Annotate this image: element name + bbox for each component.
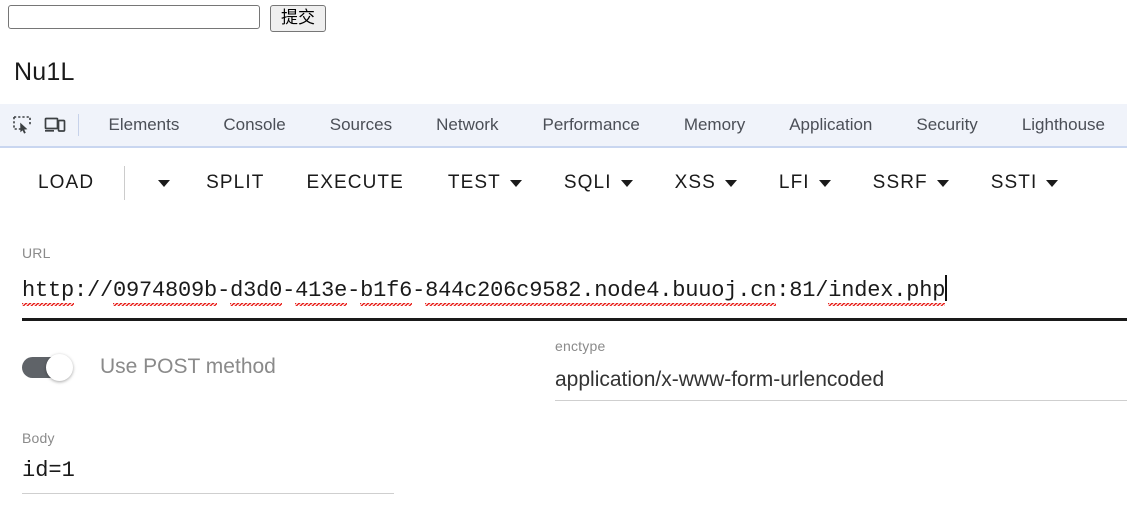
chevron-down-icon: [936, 179, 949, 187]
tab-performance[interactable]: Performance: [520, 105, 661, 145]
url-seg-3: -: [217, 278, 231, 303]
tab-sources[interactable]: Sources: [308, 105, 414, 145]
toolbar-ssti-label: SSTI: [990, 172, 1038, 193]
tab-elements[interactable]: Elements: [87, 105, 202, 145]
body-field-label: Body: [22, 430, 55, 446]
url-field: URL http://0974809b-d3d0-413e-b1f6-844c2…: [22, 245, 1127, 309]
extension-toolbar: LOAD SPLIT EXECUTE TEST SQLI XSS LFI SSR…: [0, 148, 1127, 218]
url-value-text: http://0974809b-d3d0-413e-b1f6-844c206c9…: [22, 275, 948, 306]
toolbar-sqli-label: SQLI: [563, 172, 612, 193]
search-input[interactable]: [8, 5, 260, 29]
toolbar-ssrf-dropdown[interactable]: SSRF: [873, 172, 949, 194]
toolbar-divider: [77, 114, 79, 136]
tab-console[interactable]: Console: [201, 105, 307, 145]
tab-lighthouse[interactable]: Lighthouse: [1000, 105, 1127, 145]
tab-application[interactable]: Application: [767, 105, 894, 145]
url-seg-1: ://: [74, 278, 114, 303]
inspect-element-icon[interactable]: [6, 110, 39, 140]
url-seg-6: 413e: [295, 278, 347, 306]
chevron-down-icon: [509, 179, 522, 187]
url-seg-10: 844c206c9582.node4.buuoj.cn: [425, 278, 776, 306]
tab-security[interactable]: Security: [894, 105, 999, 145]
page-heading: Nu1L: [14, 58, 75, 86]
toolbar-sqli-dropdown[interactable]: SQLI: [564, 172, 633, 194]
toolbar-load-dropdown[interactable]: [149, 179, 171, 187]
url-input[interactable]: http://0974809b-d3d0-413e-b1f6-844c206c9…: [22, 275, 1127, 309]
toolbar-split-button[interactable]: SPLIT: [206, 172, 264, 194]
chevron-down-icon: [1046, 179, 1059, 187]
enctype-input[interactable]: application/x-www-form-urlencoded: [555, 368, 1127, 400]
toolbar-load-label: LOAD: [38, 172, 95, 193]
url-field-label: URL: [22, 245, 51, 261]
url-seg-9: -: [412, 278, 426, 303]
tab-memory[interactable]: Memory: [662, 105, 767, 145]
chevron-down-icon: [724, 179, 737, 187]
chevron-down-icon: [158, 179, 171, 187]
chevron-down-icon: [620, 179, 633, 187]
use-post-method-label: Use POST method: [100, 355, 276, 378]
url-seg-8: b1f6: [360, 278, 412, 306]
toolbar-split-label: SPLIT: [206, 172, 265, 193]
submit-button[interactable]: 提交: [270, 5, 326, 32]
enctype-underline: [555, 400, 1127, 401]
body-underline: [22, 493, 394, 494]
body-field: Body id=1: [22, 430, 394, 494]
toolbar-test-label: TEST: [447, 172, 501, 193]
text-cursor: [945, 275, 948, 301]
toolbar-execute-button[interactable]: EXECUTE: [306, 172, 403, 194]
url-seg-12: index.php: [828, 278, 945, 306]
web-page-area: 提交 Nu1L: [0, 0, 1127, 104]
toolbar-xss-label: XSS: [674, 172, 716, 193]
toolbar-lfi-label: LFI: [778, 172, 810, 193]
request-editor-panel: URL http://0974809b-d3d0-413e-b1f6-844c2…: [0, 218, 1127, 527]
url-seg-7: -: [347, 278, 361, 303]
toolbar-separator: [124, 166, 126, 200]
toolbar-ssti-dropdown[interactable]: SSTI: [991, 172, 1059, 194]
devtools-tabbar: Elements Console Sources Network Perform…: [0, 104, 1127, 148]
toggle-knob: [46, 354, 73, 381]
body-input[interactable]: id=1: [22, 458, 394, 493]
enctype-field: enctype application/x-www-form-urlencode…: [555, 338, 1127, 401]
devtools-tab-list: Elements Console Sources Network Perform…: [87, 105, 1127, 145]
url-seg-4: d3d0: [230, 278, 282, 306]
toolbar-load-button[interactable]: LOAD: [38, 172, 94, 194]
post-method-row: Use POST method: [22, 354, 276, 381]
url-seg-2: 0974809b: [113, 278, 217, 306]
toolbar-ssrf-label: SSRF: [872, 172, 928, 193]
url-seg-5: -: [282, 278, 296, 303]
url-seg-11: :81/: [776, 278, 829, 303]
toolbar-lfi-dropdown[interactable]: LFI: [779, 172, 831, 194]
toolbar-execute-label: EXECUTE: [306, 172, 404, 193]
url-field-focus-underline: [22, 318, 1127, 321]
use-post-method-toggle[interactable]: [22, 354, 82, 381]
toolbar-xss-dropdown[interactable]: XSS: [675, 172, 737, 194]
url-seg-0: http: [22, 278, 74, 306]
search-form: 提交: [8, 5, 326, 32]
tab-network[interactable]: Network: [414, 105, 520, 145]
device-toolbar-icon[interactable]: [39, 110, 72, 140]
enctype-field-label: enctype: [555, 338, 606, 354]
chevron-down-icon: [818, 179, 831, 187]
toolbar-test-dropdown[interactable]: TEST: [448, 172, 522, 194]
